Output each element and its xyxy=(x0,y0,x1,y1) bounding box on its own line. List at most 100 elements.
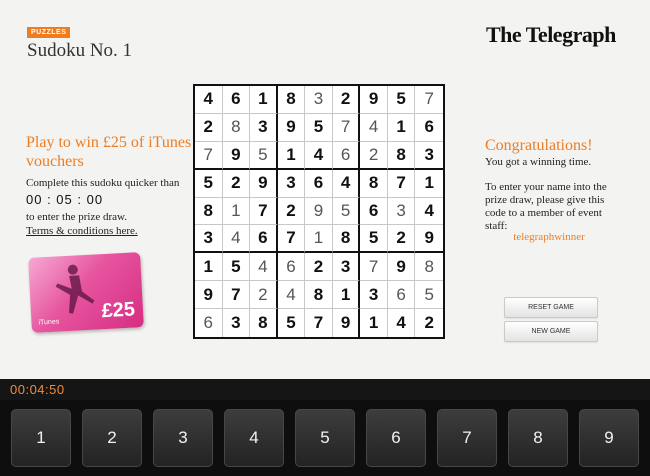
sudoku-cell[interactable]: 4 xyxy=(360,113,388,142)
sudoku-cell[interactable]: 1 xyxy=(332,281,361,310)
keypad-key-3[interactable]: 3 xyxy=(153,409,213,467)
sudoku-cell[interactable]: 8 xyxy=(277,86,306,114)
keypad-key-6[interactable]: 6 xyxy=(366,409,426,467)
sudoku-cell[interactable]: 6 xyxy=(332,141,361,170)
sudoku-cell[interactable]: 3 xyxy=(387,197,416,226)
terms-link[interactable]: Terms & conditions here. xyxy=(26,225,138,237)
keypad-key-1[interactable]: 1 xyxy=(11,409,71,467)
sudoku-cell[interactable]: 8 xyxy=(305,281,333,310)
reset-game-button[interactable]: RESET GAME xyxy=(504,297,598,318)
sudoku-cell[interactable]: 1 xyxy=(250,86,278,114)
telegraph-logo: The Telegraph xyxy=(486,22,616,47)
sudoku-cell[interactable]: 3 xyxy=(360,281,388,310)
sudoku-cell[interactable]: 6 xyxy=(415,114,443,142)
sudoku-cell[interactable]: 6 xyxy=(195,309,223,337)
sudoku-cell[interactable]: 8 xyxy=(387,141,416,170)
sudoku-cell[interactable]: 4 xyxy=(250,253,278,282)
sudoku-cell[interactable]: 5 xyxy=(250,141,278,170)
sudoku-cell[interactable]: 9 xyxy=(333,309,361,337)
elapsed-timer: 00:04:50 xyxy=(10,382,65,397)
sudoku-cell[interactable]: 4 xyxy=(222,225,251,254)
sudoku-cell[interactable]: 1 xyxy=(387,113,416,142)
sudoku-cell[interactable]: 4 xyxy=(277,281,306,310)
sudoku-cell[interactable]: 2 xyxy=(195,113,223,142)
sudoku-cell[interactable]: 2 xyxy=(222,169,251,198)
sudoku-cell[interactable]: 4 xyxy=(388,309,416,337)
sudoku-cell[interactable]: 9 xyxy=(305,197,333,226)
sudoku-cell[interactable]: 7 xyxy=(305,309,333,337)
sudoku-cell[interactable]: 9 xyxy=(415,225,443,254)
new-game-button[interactable]: NEW GAME xyxy=(504,321,598,342)
sudoku-cell[interactable]: 8 xyxy=(222,113,251,142)
sudoku-cell[interactable]: 9 xyxy=(360,86,388,114)
sudoku-cell[interactable]: 7 xyxy=(332,113,361,142)
sudoku-cell[interactable]: 9 xyxy=(222,141,251,170)
sudoku-cell[interactable]: 2 xyxy=(277,197,306,226)
prize-draw-text: to enter the prize draw. xyxy=(26,211,127,223)
sudoku-cell[interactable]: 5 xyxy=(222,253,251,282)
entry-instructions: To enter your name into the prize draw, … xyxy=(485,181,607,232)
keypad-key-8[interactable]: 8 xyxy=(508,409,568,467)
sudoku-cell[interactable]: 4 xyxy=(415,198,443,226)
sudoku-cell[interactable]: 7 xyxy=(387,169,416,198)
keypad-key-2[interactable]: 2 xyxy=(82,409,142,467)
sudoku-cell[interactable]: 3 xyxy=(277,169,306,198)
sudoku-cell[interactable]: 6 xyxy=(222,86,251,114)
sudoku-cell[interactable]: 4 xyxy=(195,86,223,114)
sudoku-cell[interactable]: 3 xyxy=(415,142,443,170)
sudoku-cell[interactable]: 1 xyxy=(195,253,223,282)
sudoku-cell[interactable]: 2 xyxy=(415,309,443,337)
sudoku-cell[interactable]: 2 xyxy=(360,141,388,170)
keypad-key-5[interactable]: 5 xyxy=(295,409,355,467)
sudoku-cell[interactable]: 5 xyxy=(195,169,223,198)
sudoku-cell[interactable]: 9 xyxy=(277,113,306,142)
sudoku-cell[interactable]: 3 xyxy=(223,309,251,337)
sudoku-cell[interactable]: 7 xyxy=(250,197,278,226)
sudoku-cell[interactable]: 1 xyxy=(277,141,306,170)
keypad-key-4[interactable]: 4 xyxy=(224,409,284,467)
sudoku-cell[interactable]: 6 xyxy=(277,253,306,282)
sudoku-cell[interactable]: 5 xyxy=(332,197,361,226)
sudoku-cell[interactable]: 6 xyxy=(387,281,416,310)
sudoku-cell[interactable]: 5 xyxy=(415,281,443,310)
sudoku-cell[interactable]: 5 xyxy=(360,225,388,254)
sudoku-cell[interactable]: 5 xyxy=(387,86,416,114)
sudoku-cell[interactable]: 2 xyxy=(250,281,278,310)
sudoku-cell[interactable]: 8 xyxy=(332,225,361,254)
card-amount: £25 xyxy=(101,298,136,323)
sudoku-cell[interactable]: 8 xyxy=(360,169,388,198)
sudoku-cell[interactable]: 1 xyxy=(222,197,251,226)
sudoku-cell[interactable]: 3 xyxy=(250,113,278,142)
sudoku-cell[interactable]: 1 xyxy=(360,309,388,337)
sudoku-cell[interactable]: 3 xyxy=(195,225,223,254)
target-time: 00 : 05 : 00 xyxy=(26,192,104,207)
sudoku-cell[interactable]: 9 xyxy=(387,253,416,282)
keypad-key-7[interactable]: 7 xyxy=(437,409,497,467)
sudoku-cell[interactable]: 3 xyxy=(332,253,361,282)
sudoku-cell[interactable]: 6 xyxy=(305,169,333,198)
sudoku-cell[interactable]: 7 xyxy=(277,225,306,254)
sudoku-cell[interactable]: 6 xyxy=(360,197,388,226)
sudoku-cell[interactable]: 7 xyxy=(195,141,223,170)
sudoku-cell[interactable]: 4 xyxy=(332,169,361,198)
sudoku-cell[interactable]: 8 xyxy=(250,309,278,337)
keypad-key-9[interactable]: 9 xyxy=(579,409,639,467)
sudoku-cell[interactable]: 1 xyxy=(305,225,333,254)
sudoku-cell[interactable]: 8 xyxy=(415,253,443,282)
sudoku-cell[interactable]: 2 xyxy=(387,225,416,254)
sudoku-cell[interactable]: 1 xyxy=(415,170,443,198)
sudoku-cell[interactable]: 5 xyxy=(278,309,306,337)
sudoku-cell[interactable]: 7 xyxy=(415,86,443,114)
sudoku-cell[interactable]: 3 xyxy=(305,86,333,114)
sudoku-cell[interactable]: 2 xyxy=(332,86,361,114)
sudoku-cell[interactable]: 9 xyxy=(195,281,223,310)
sudoku-cell[interactable]: 9 xyxy=(250,169,278,198)
dancer-silhouette-icon xyxy=(55,264,95,314)
sudoku-cell[interactable]: 8 xyxy=(195,197,223,226)
sudoku-cell[interactable]: 7 xyxy=(222,281,251,310)
sudoku-cell[interactable]: 5 xyxy=(305,113,333,142)
sudoku-cell[interactable]: 2 xyxy=(305,253,333,282)
sudoku-cell[interactable]: 7 xyxy=(360,253,388,282)
sudoku-cell[interactable]: 6 xyxy=(250,225,278,254)
sudoku-cell[interactable]: 4 xyxy=(305,141,333,170)
